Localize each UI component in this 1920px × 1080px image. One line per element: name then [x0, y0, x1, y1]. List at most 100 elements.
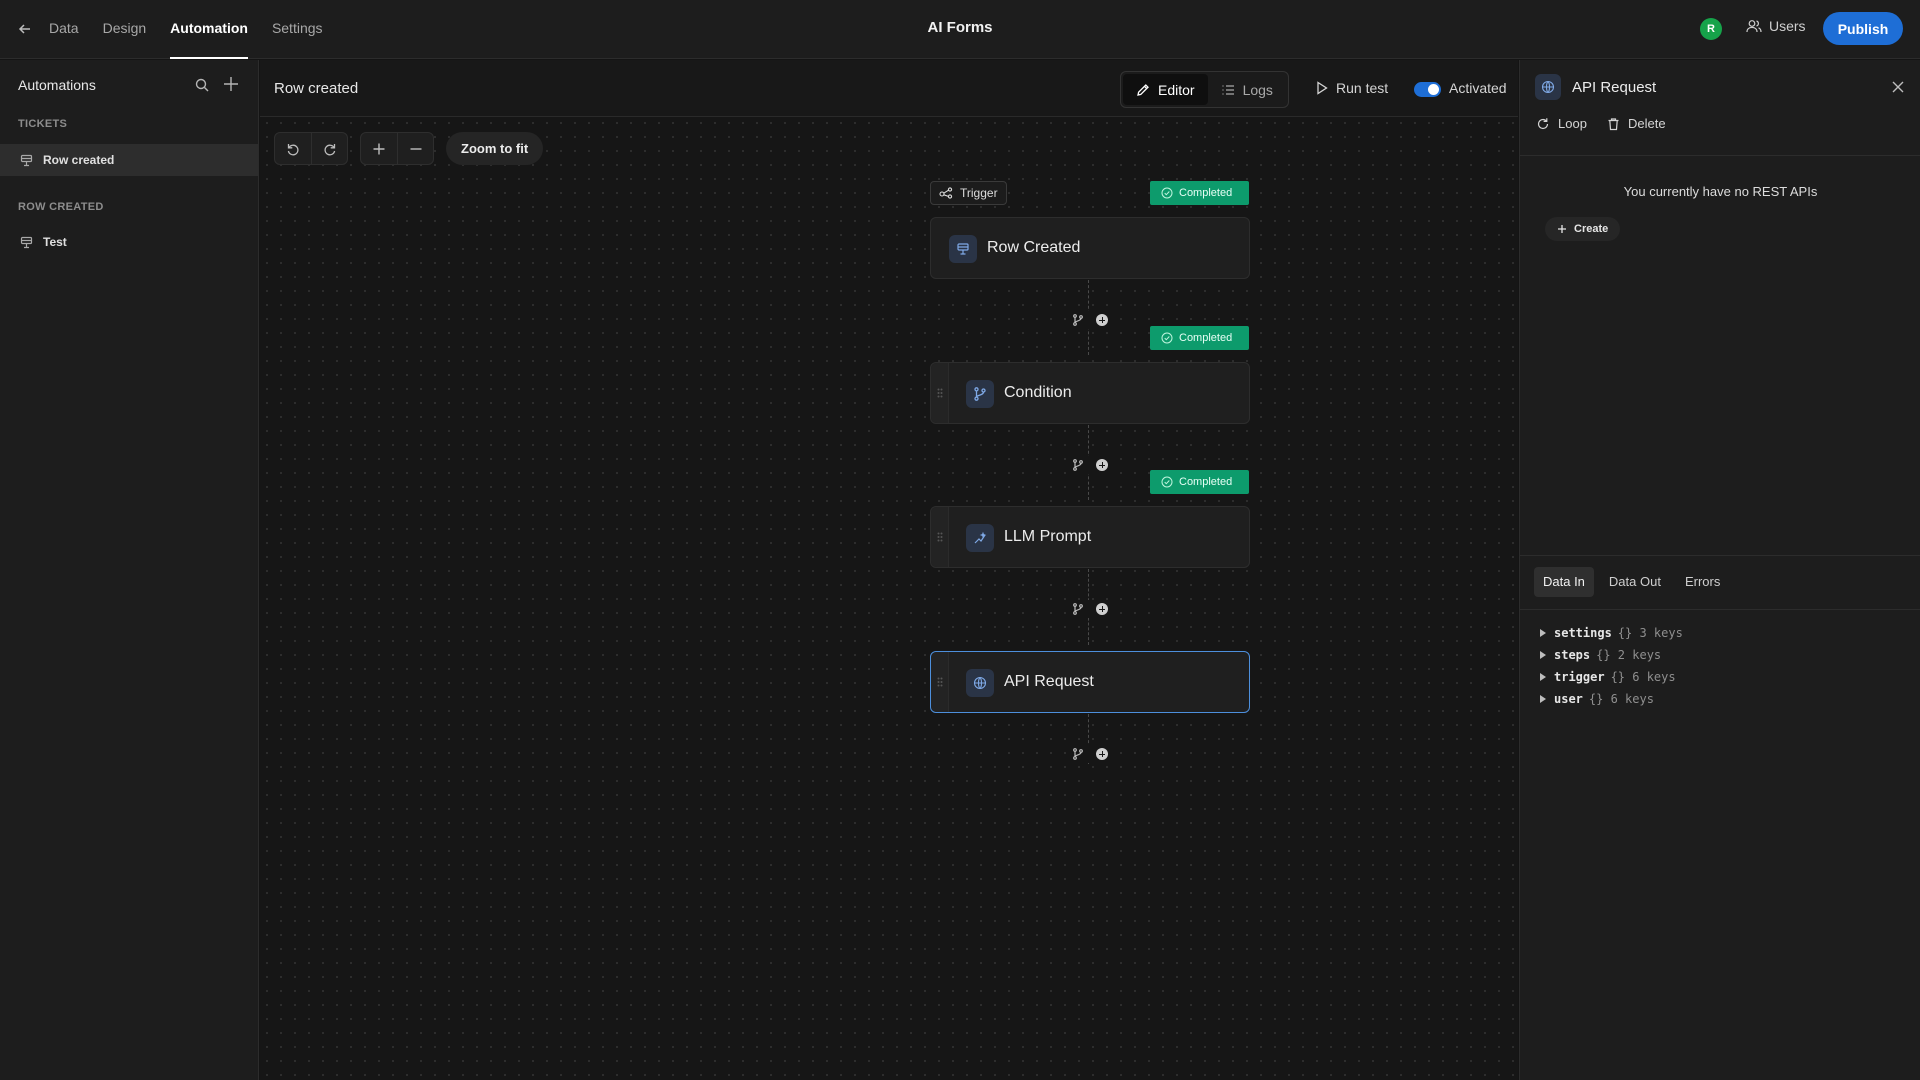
- tab-logs[interactable]: Logs: [1208, 74, 1286, 105]
- tab-errors[interactable]: Errors: [1676, 567, 1729, 597]
- zoom-out-icon[interactable]: [397, 133, 433, 164]
- flow-step-llm-prompt[interactable]: LLM Prompt: [930, 506, 1250, 568]
- branch-icon[interactable]: [1072, 603, 1084, 615]
- drag-handle-icon[interactable]: [931, 652, 949, 712]
- sidebar-title: Automations: [18, 77, 96, 93]
- avatar[interactable]: R: [1700, 18, 1722, 40]
- activated-toggle[interactable]: [1414, 82, 1441, 97]
- list-icon: [1221, 83, 1235, 97]
- table-row-icon: [20, 154, 33, 167]
- users-button[interactable]: Users: [1746, 18, 1806, 34]
- tree-meta: {} 6 keys: [1610, 670, 1676, 684]
- branch-icon[interactable]: [1072, 459, 1084, 471]
- flow-step-api-request[interactable]: API Request: [930, 651, 1250, 713]
- automation-canvas[interactable]: Row created Editor Logs Run test Activat: [260, 60, 1518, 1080]
- tab-editor[interactable]: Editor: [1123, 74, 1208, 105]
- branch-icon[interactable]: [1072, 314, 1084, 326]
- tab-editor-label: Editor: [1158, 81, 1195, 98]
- branch-icon: [966, 380, 994, 408]
- step-config-panel: API Request Loop Delete You currently ha…: [1519, 60, 1920, 1080]
- users-icon: [1746, 19, 1762, 33]
- tree-node[interactable]: steps {} 2 keys: [1540, 644, 1683, 666]
- delete-label: Delete: [1628, 116, 1666, 131]
- add-step-icon[interactable]: [1096, 314, 1108, 326]
- globe-icon: [1535, 74, 1561, 100]
- table-row-icon: [20, 236, 33, 249]
- view-switcher: Editor Logs: [1120, 71, 1289, 108]
- tree-key: trigger: [1554, 670, 1605, 684]
- step-add-controls: [1068, 456, 1112, 474]
- automations-sidebar: Automations TICKETS Row created ROW CREA…: [0, 60, 259, 1080]
- step-label: Condition: [1004, 384, 1072, 401]
- nav-settings[interactable]: Settings: [272, 0, 323, 59]
- branch-icon[interactable]: [1072, 748, 1084, 760]
- nav-design[interactable]: Design: [103, 0, 147, 59]
- divider: [1520, 155, 1920, 156]
- check-circle-icon: [1161, 476, 1173, 488]
- search-icon[interactable]: [194, 77, 210, 93]
- back-arrow-icon[interactable]: [16, 20, 34, 38]
- top-bar: Data Design Automation Settings AI Forms…: [0, 0, 1920, 59]
- sparkle-line-icon: [966, 524, 994, 552]
- trash-icon: [1607, 117, 1620, 131]
- sidebar-item-label: Row created: [43, 153, 115, 167]
- tree-meta: {} 3 keys: [1617, 626, 1683, 640]
- delete-button[interactable]: Delete: [1607, 116, 1666, 131]
- sidebar-item-label: Test: [43, 235, 67, 249]
- divider: [1520, 555, 1920, 556]
- undo-icon[interactable]: [275, 133, 311, 164]
- trigger-tag: Trigger: [930, 181, 1007, 205]
- add-step-icon[interactable]: [1096, 459, 1108, 471]
- zoom-controls: [360, 132, 434, 165]
- tab-logs-label: Logs: [1242, 81, 1273, 98]
- check-circle-icon: [1161, 187, 1173, 199]
- step-add-controls: [1068, 600, 1112, 618]
- create-api-button[interactable]: Create: [1545, 217, 1621, 241]
- flow-step-condition[interactable]: Condition: [930, 362, 1250, 424]
- tab-data-in[interactable]: Data In: [1534, 567, 1594, 597]
- globe-icon: [966, 669, 994, 697]
- step-label: API Request: [1004, 673, 1094, 690]
- tree-node[interactable]: trigger {} 6 keys: [1540, 666, 1683, 688]
- sidebar-item-test[interactable]: Test: [0, 226, 258, 258]
- status-badge: Completed: [1150, 326, 1249, 350]
- tree-node[interactable]: settings {} 3 keys: [1540, 622, 1683, 644]
- sidebar-section-heading: ROW CREATED: [18, 201, 104, 213]
- add-step-icon[interactable]: [1096, 748, 1108, 760]
- tab-data-out[interactable]: Data Out: [1600, 567, 1670, 597]
- publish-button[interactable]: Publish: [1823, 12, 1903, 45]
- loop-button[interactable]: Loop: [1536, 116, 1587, 131]
- drag-handle-icon[interactable]: [931, 507, 949, 567]
- caret-right-icon: [1540, 629, 1546, 637]
- drag-handle-icon[interactable]: [931, 363, 949, 423]
- loop-icon: [1536, 117, 1550, 131]
- add-step-icon[interactable]: [1096, 603, 1108, 615]
- empty-state-message: You currently have no REST APIs: [1623, 184, 1818, 199]
- redo-icon[interactable]: [311, 133, 347, 164]
- canvas-header: Row created Editor Logs Run test Activat: [260, 60, 1518, 117]
- zoom-to-fit-button[interactable]: Zoom to fit: [446, 132, 544, 165]
- step-label: LLM Prompt: [1004, 528, 1092, 545]
- add-automation-icon[interactable]: [222, 75, 240, 93]
- sidebar-item-row-created[interactable]: Row created: [0, 144, 258, 176]
- play-icon: [1316, 81, 1328, 95]
- close-icon[interactable]: [1891, 80, 1905, 94]
- page-title: Row created: [274, 80, 359, 97]
- flow-step-row-created[interactable]: Row Created: [930, 217, 1250, 279]
- nav-data[interactable]: Data: [49, 0, 79, 59]
- status-label: Completed: [1179, 332, 1233, 344]
- loop-label: Loop: [1558, 116, 1587, 131]
- tree-key: settings: [1554, 626, 1612, 640]
- table-row-icon: [949, 235, 977, 263]
- nav-automation[interactable]: Automation: [170, 0, 248, 59]
- divider: [1520, 609, 1920, 610]
- users-label: Users: [1769, 18, 1806, 34]
- run-test-button[interactable]: Run test: [1316, 80, 1388, 96]
- run-test-label: Run test: [1336, 80, 1389, 96]
- create-label: Create: [1574, 223, 1609, 235]
- tree-meta: {} 2 keys: [1596, 648, 1662, 662]
- caret-right-icon: [1540, 695, 1546, 703]
- zoom-in-icon[interactable]: [361, 133, 397, 164]
- tree-node[interactable]: user {} 6 keys: [1540, 688, 1683, 710]
- tree-meta: {} 6 keys: [1588, 692, 1654, 706]
